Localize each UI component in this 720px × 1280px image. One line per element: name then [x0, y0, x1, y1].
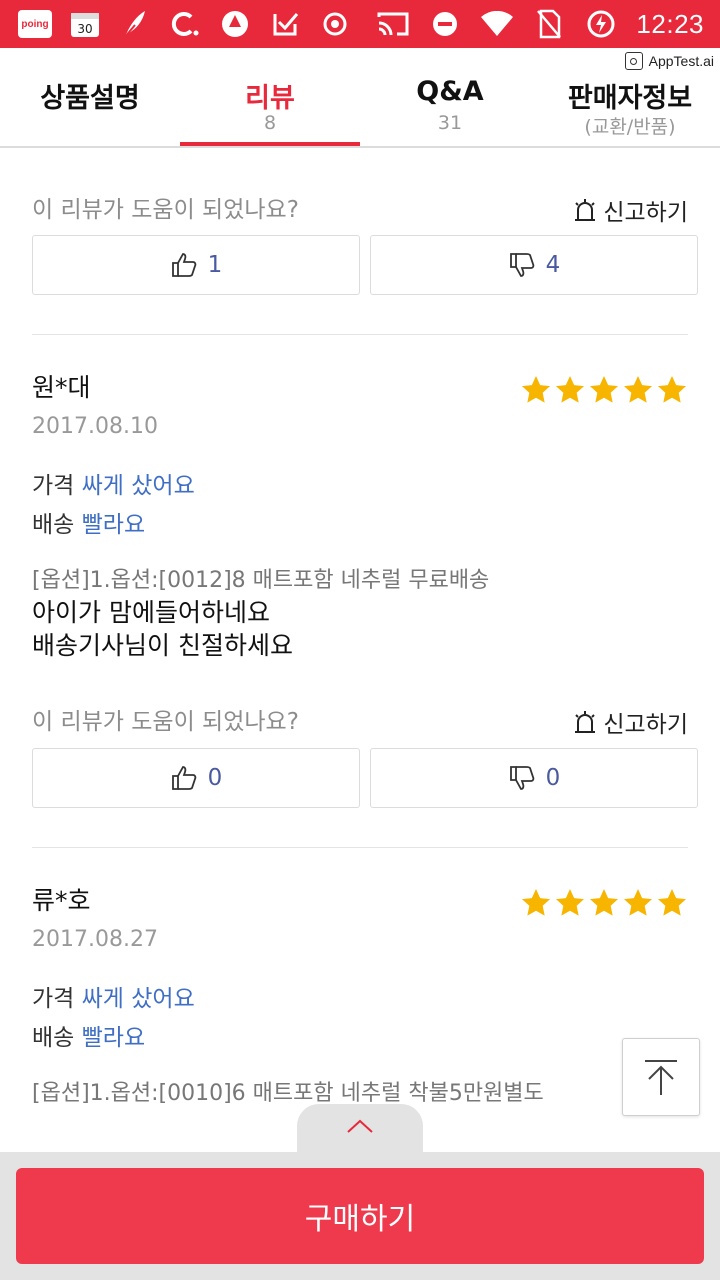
calendar-icon: 30: [68, 8, 102, 40]
tab-title: 상품설명: [40, 83, 140, 114]
recycle-app-icon: [218, 8, 252, 40]
thumbs-up-count: 0: [207, 765, 223, 791]
star-rating: [520, 887, 688, 919]
thumbs-up-icon: [171, 766, 196, 790]
tab-count: 31: [437, 112, 463, 134]
review-list[interactable]: 이 리뷰가 도움이 되었나요? 신고하기 1 4 원*대 2017.08.10 …: [0, 150, 720, 1155]
option-text: [옵션]1.옵션:[0012]8 매트포함 네추럴 무료배송: [32, 568, 490, 593]
review-body-line: 배송기사님이 친절하세요: [32, 631, 293, 660]
status-bar: poing 30 12:23: [0, 0, 720, 48]
review-date: 2017.08.10: [32, 414, 158, 439]
review-body: 아이가 맘에들어하네요 배송기사님이 친절하세요: [32, 596, 293, 662]
star-icon: [556, 889, 584, 916]
price-rating: 가격 싸게 샀어요: [32, 466, 195, 500]
arrow-up-to-top-icon: [645, 1060, 677, 1095]
shipping-value: 빨라요: [81, 512, 146, 538]
poing-app-label: poing: [21, 18, 49, 30]
battery-charging-icon: [584, 8, 618, 40]
price-key: 가격: [32, 473, 75, 499]
thumbs-down-count: 4: [545, 252, 561, 278]
tab-subtitle: (교환/반품): [584, 116, 676, 138]
option-text: [옵션]1.옵션:[0010]6 매트포함 네추럴 착불5만원별도: [32, 1081, 544, 1106]
thumbs-down-count: 0: [545, 765, 561, 791]
star-icon: [590, 889, 618, 916]
shipping-rating: 배송 빨라요: [32, 1018, 145, 1052]
star-icon: [658, 376, 686, 403]
report-button[interactable]: 신고하기: [573, 190, 688, 230]
siren-icon: [575, 199, 596, 221]
tab-count: 8: [263, 112, 277, 134]
divider: [32, 334, 688, 335]
report-button[interactable]: 신고하기: [573, 702, 688, 742]
tab-title: 판매자정보: [567, 83, 693, 114]
review-date: 2017.08.27: [32, 927, 158, 952]
star-icon: [658, 889, 686, 916]
reviewer-name: 류*호: [32, 886, 91, 915]
record-icon: [318, 8, 352, 40]
helpful-question: 이 리뷰가 도움이 되었나요?: [32, 197, 299, 223]
report-label: 신고하기: [603, 712, 688, 738]
expand-handle[interactable]: [297, 1104, 423, 1156]
divider: [32, 847, 688, 848]
calendar-day: 30: [77, 22, 92, 36]
star-icon: [624, 889, 652, 916]
poing-app-icon: poing: [18, 10, 52, 38]
shipping-key: 배송: [32, 1025, 75, 1051]
shipping-rating: 배송 빨라요: [32, 505, 145, 539]
helpful-row: 이 리뷰가 도움이 되었나요? 신고하기: [32, 190, 688, 230]
price-value: 싸게 샀어요: [81, 986, 195, 1012]
tab-reviews[interactable]: 리뷰 8: [180, 48, 360, 148]
tab-qna[interactable]: Q&A 31: [360, 48, 540, 148]
star-icon: [590, 376, 618, 403]
no-sim-icon: [532, 8, 566, 40]
camera-icon: [624, 52, 643, 70]
active-tab-indicator: [180, 142, 360, 146]
thumbs-down-button[interactable]: 4: [370, 235, 698, 295]
c-app-icon: [168, 8, 202, 40]
helpful-row: 이 리뷰가 도움이 되었나요? 신고하기: [32, 702, 688, 742]
thumbs-up-button[interactable]: 1: [32, 235, 360, 295]
scroll-to-top-button[interactable]: [622, 1038, 700, 1116]
reviewer-name: 원*대: [32, 373, 91, 402]
thumbs-down-icon: [509, 766, 534, 790]
shipping-key: 배송: [32, 512, 75, 538]
thumbs-up-icon: [171, 253, 196, 277]
tab-title: 리뷰: [245, 83, 295, 114]
buy-button[interactable]: 구매하기: [16, 1168, 704, 1264]
price-key: 가격: [32, 986, 75, 1012]
review-body-line: 아이가 맘에들어하네요: [32, 598, 270, 627]
checkbox-app-icon: [268, 8, 302, 40]
helpful-question: 이 리뷰가 도움이 되었나요?: [32, 709, 299, 735]
apptest-watermark: AppTest.ai: [622, 50, 716, 72]
wifi-icon: [480, 8, 514, 40]
star-icon: [624, 376, 652, 403]
star-icon: [556, 376, 584, 403]
feather-app-icon: [118, 8, 152, 40]
shipping-value: 빨라요: [81, 1025, 146, 1051]
siren-icon: [575, 711, 596, 733]
star-icon: [522, 376, 550, 403]
cast-icon: [376, 8, 410, 40]
thumbs-up-button[interactable]: 0: [32, 748, 360, 808]
tab-product-description[interactable]: 상품설명: [0, 48, 180, 148]
thumbs-down-button[interactable]: 0: [370, 748, 698, 808]
price-rating: 가격 싸게 샀어요: [32, 979, 195, 1013]
star-icon: [522, 889, 550, 916]
star-rating: [520, 374, 688, 406]
tab-bar: 상품설명 리뷰 8 Q&A 31 판매자정보 (교환/반품): [0, 48, 720, 148]
clock: 12:23: [636, 8, 704, 39]
report-label: 신고하기: [603, 200, 688, 226]
thumbs-up-count: 1: [207, 252, 223, 278]
chevron-up-icon: [347, 1119, 373, 1133]
price-value: 싸게 샀어요: [81, 473, 195, 499]
watermark-label: AppTest.ai: [648, 53, 714, 69]
do-not-disturb-icon: [428, 8, 462, 40]
tab-title: Q&A: [416, 76, 484, 107]
thumbs-down-icon: [509, 253, 534, 277]
